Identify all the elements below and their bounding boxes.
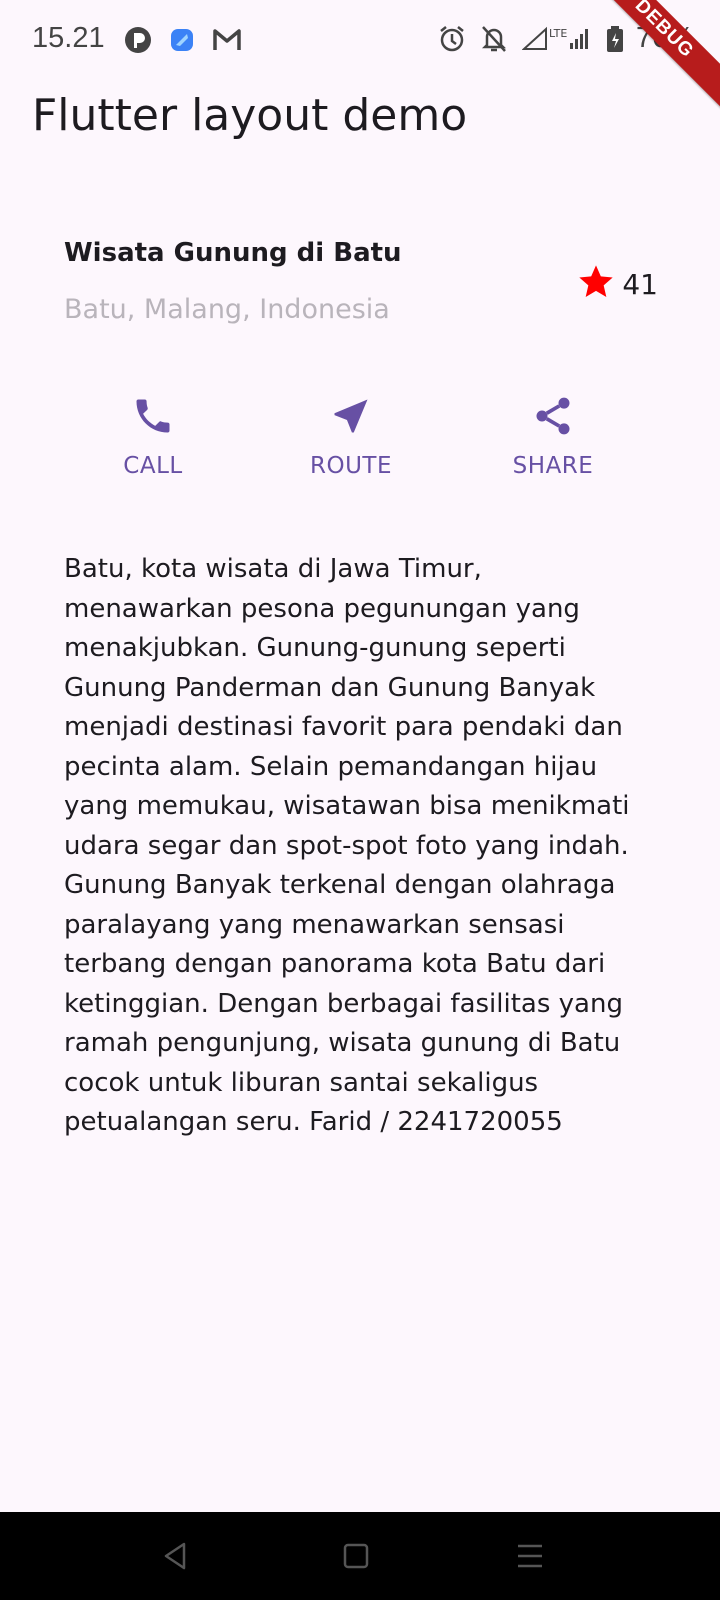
home-icon[interactable] — [340, 1540, 372, 1577]
navigation-icon — [329, 394, 373, 443]
rating-count: 41 — [622, 268, 658, 301]
notifications-off-icon — [480, 24, 508, 59]
phone-icon — [131, 394, 175, 443]
place-location: Batu, Malang, Indonesia — [64, 294, 390, 325]
recents-icon[interactable] — [514, 1540, 546, 1577]
svg-text:LTE: LTE — [549, 27, 567, 40]
rating: 41 — [576, 262, 658, 307]
status-left-icons — [124, 26, 242, 59]
button-row: CALL ROUTE SHARE — [0, 394, 720, 504]
app-bar-title: Flutter layout demo — [32, 90, 468, 141]
title-section: Wisata Gunung di Batu Batu, Malang, Indo… — [64, 238, 658, 348]
place-name: Wisata Gunung di Batu — [64, 238, 402, 268]
share-icon — [531, 394, 575, 443]
status-time: 15.21 — [32, 22, 105, 54]
back-icon[interactable] — [160, 1540, 192, 1577]
description-text: Batu, kota wisata di Jawa Timur, menawar… — [64, 554, 630, 1137]
system-nav-bar — [0, 1512, 720, 1600]
share-label: SHARE — [512, 453, 594, 479]
signal-lte-icon: LTE — [521, 25, 592, 58]
star-icon — [576, 262, 616, 307]
battery-icon — [606, 25, 624, 58]
call-label: CALL — [123, 453, 183, 479]
call-button[interactable]: CALL — [113, 394, 193, 479]
route-button[interactable]: ROUTE — [301, 394, 401, 479]
alarm-icon — [438, 24, 466, 59]
status-bar: 15.21 LTE 76% — [0, 0, 720, 82]
messenger-icon — [168, 26, 196, 59]
share-button[interactable]: SHARE — [503, 394, 603, 479]
status-right-icons: LTE — [438, 24, 624, 59]
app-notification-icon — [124, 26, 152, 59]
route-label: ROUTE — [309, 453, 392, 479]
gmail-icon — [212, 27, 242, 58]
